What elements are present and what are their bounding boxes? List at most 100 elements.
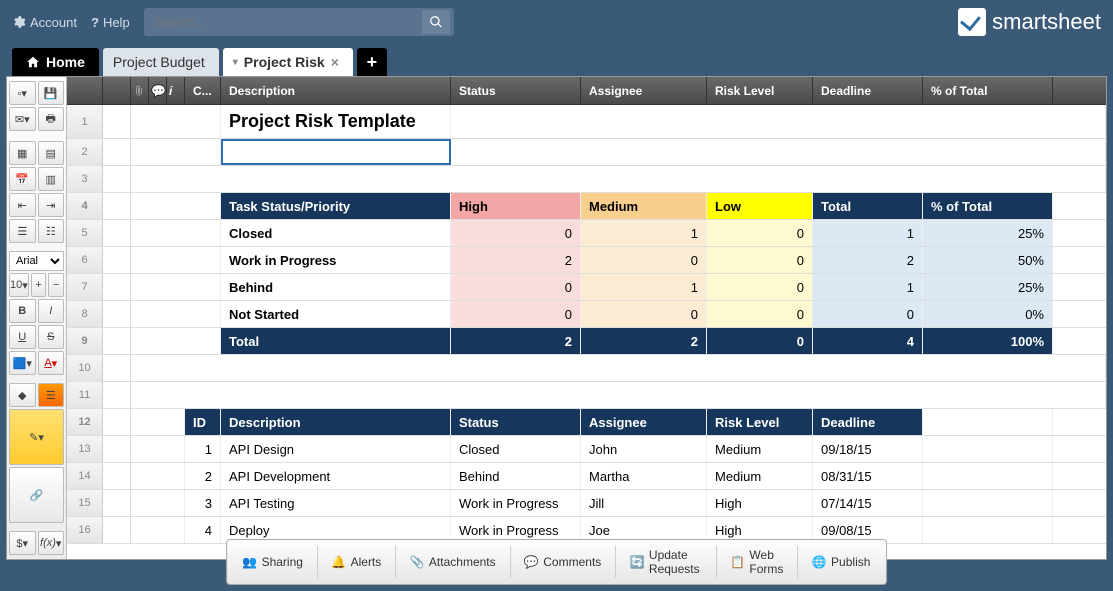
task-header-risk[interactable]: Risk Level xyxy=(707,409,813,435)
expand-button[interactable]: ☰ xyxy=(9,219,36,243)
font-size[interactable]: 10▾ xyxy=(9,273,29,297)
print-button[interactable]: 🖶 xyxy=(38,107,65,131)
summary-cell[interactable]: 1 xyxy=(581,220,707,246)
summary-label[interactable]: Closed xyxy=(221,220,451,246)
col-deadline[interactable]: Deadline xyxy=(813,77,923,104)
selected-cell[interactable] xyxy=(221,139,451,165)
task-id[interactable]: 1 xyxy=(185,436,221,462)
task-assignee[interactable]: John xyxy=(581,436,707,462)
calendar-button[interactable]: 📅 xyxy=(9,167,36,191)
summary-header-task[interactable]: Task Status/Priority xyxy=(221,193,451,219)
col-c-header[interactable]: C... xyxy=(185,77,221,104)
card-view-button[interactable]: ▥ xyxy=(38,167,65,191)
gutter-header[interactable] xyxy=(103,77,131,104)
people-icon: 👥 xyxy=(243,555,257,569)
tab-label: Project Risk xyxy=(244,54,325,70)
row-gutter[interactable] xyxy=(103,105,131,138)
attachments-button[interactable]: 📎Attachments xyxy=(400,544,506,580)
text-color-button[interactable]: A▾ xyxy=(38,351,65,375)
brand-logo: smartsheet xyxy=(958,8,1101,36)
summary-cell[interactable]: 0 xyxy=(707,220,813,246)
comment-header[interactable]: 💬 xyxy=(149,77,167,104)
format-button[interactable]: ☰ xyxy=(38,383,65,407)
summary-cell[interactable]: 25% xyxy=(923,220,1053,246)
tab-project-budget[interactable]: Project Budget xyxy=(103,48,219,76)
summary-cell[interactable]: 1 xyxy=(813,220,923,246)
summary-header-high[interactable]: High xyxy=(451,193,581,219)
summary-total-label[interactable]: Total xyxy=(221,328,451,354)
italic-button[interactable]: I xyxy=(38,299,65,323)
formula-button[interactable]: f(x)▾ xyxy=(38,531,65,555)
home-tab[interactable]: Home xyxy=(12,48,99,76)
save-button[interactable]: 💾 xyxy=(38,81,65,105)
summary-cell[interactable]: 0 xyxy=(451,220,581,246)
help-menu[interactable]: ? Help xyxy=(91,15,130,30)
help-icon: ? xyxy=(91,15,99,30)
font-decrease[interactable]: − xyxy=(48,273,64,297)
row-num-header[interactable] xyxy=(67,77,103,104)
sheet-title[interactable]: Project Risk Template xyxy=(221,105,451,138)
font-select[interactable]: Arial xyxy=(9,251,64,271)
sharing-button[interactable]: 👥Sharing xyxy=(233,544,313,580)
font-increase[interactable]: + xyxy=(31,273,47,297)
task-desc[interactable]: API Design xyxy=(221,436,451,462)
update-requests-button[interactable]: 🔄Update Requests xyxy=(620,544,712,580)
publish-button[interactable]: 🌐Publish xyxy=(802,544,880,580)
brand-text: smartsheet xyxy=(992,9,1101,35)
indent-button[interactable]: ▤ xyxy=(38,141,65,165)
task-header-status[interactable]: Status xyxy=(451,409,581,435)
help-label: Help xyxy=(103,15,130,30)
gear-icon xyxy=(12,15,26,29)
strike-button[interactable]: S xyxy=(38,325,65,349)
account-label: Account xyxy=(30,15,77,30)
home-icon xyxy=(26,55,40,69)
row-number[interactable]: 2 xyxy=(67,139,103,165)
summary-label[interactable]: Behind xyxy=(221,274,451,300)
col-status[interactable]: Status xyxy=(451,77,581,104)
task-status[interactable]: Closed xyxy=(451,436,581,462)
link-button[interactable]: 🔗 xyxy=(9,467,64,523)
tab-close-button[interactable]: × xyxy=(331,54,339,70)
search-button[interactable] xyxy=(422,10,450,34)
new-sheet-button[interactable]: ▫▾ xyxy=(9,81,36,105)
tab-project-risk[interactable]: ▾ Project Risk × xyxy=(223,48,353,76)
col-pct[interactable]: % of Total xyxy=(923,77,1053,104)
task-header-assignee[interactable]: Assignee xyxy=(581,409,707,435)
summary-header-total[interactable]: Total xyxy=(813,193,923,219)
col-assignee[interactable]: Assignee xyxy=(581,77,707,104)
bold-button[interactable]: B xyxy=(9,299,36,323)
currency-button[interactable]: $▾ xyxy=(9,531,36,555)
attach-header[interactable] xyxy=(131,77,149,104)
summary-label[interactable]: Not Started xyxy=(221,301,451,327)
summary-header-medium[interactable]: Medium xyxy=(581,193,707,219)
outdent-button[interactable]: ⇤ xyxy=(9,193,36,217)
grid-body[interactable]: 1 Project Risk Template 2 3 4 Task Statu… xyxy=(67,105,1106,559)
collapse-button[interactable]: ☷ xyxy=(38,219,65,243)
summary-header-pct[interactable]: % of Total xyxy=(923,193,1053,219)
highlight-button[interactable]: ✎▾ xyxy=(9,409,64,465)
grid-view-button[interactable]: ▦ xyxy=(9,141,36,165)
indent2-button[interactable]: ⇥ xyxy=(38,193,65,217)
task-header-deadline[interactable]: Deadline xyxy=(813,409,923,435)
add-tab-button[interactable]: + xyxy=(357,48,387,76)
web-forms-button[interactable]: 📋Web Forms xyxy=(720,544,793,580)
indent-header[interactable]: i xyxy=(167,77,185,104)
col-description[interactable]: Description xyxy=(221,77,451,104)
search-input[interactable] xyxy=(154,15,422,30)
alerts-button[interactable]: 🔔Alerts xyxy=(322,544,392,580)
fill-color-button[interactable]: 🟦▾ xyxy=(9,351,36,375)
summary-header-low[interactable]: Low xyxy=(707,193,813,219)
row-number[interactable]: 1 xyxy=(67,105,103,138)
task-risk[interactable]: Medium xyxy=(707,436,813,462)
col-risk[interactable]: Risk Level xyxy=(707,77,813,104)
comments-button[interactable]: 💬Comments xyxy=(514,544,611,580)
underline-button[interactable]: U xyxy=(9,325,36,349)
bell-icon: 🔔 xyxy=(332,555,346,569)
email-button[interactable]: ✉▾ xyxy=(9,107,36,131)
task-header-desc[interactable]: Description xyxy=(221,409,451,435)
task-header-id[interactable]: ID xyxy=(185,409,221,435)
summary-label[interactable]: Work in Progress xyxy=(221,247,451,273)
conditional-format-button[interactable]: ◆ xyxy=(9,383,36,407)
task-deadline[interactable]: 09/18/15 xyxy=(813,436,923,462)
account-menu[interactable]: Account xyxy=(12,15,77,30)
